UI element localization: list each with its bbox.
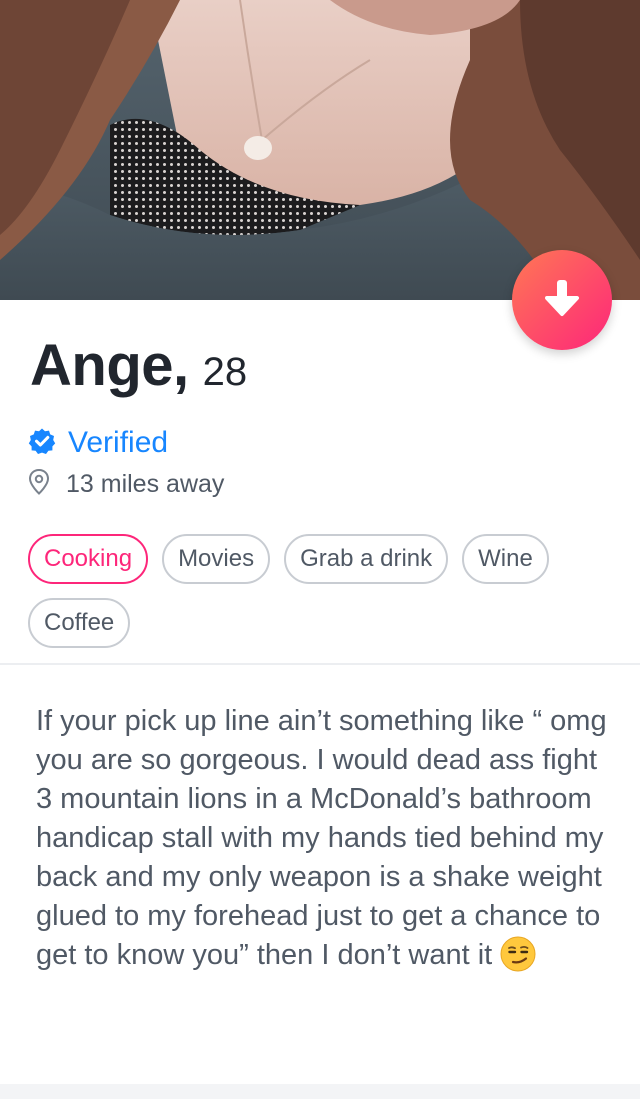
- verified-check-icon: [28, 427, 56, 460]
- collapse-profile-button[interactable]: [512, 250, 612, 350]
- interest-tag-wine[interactable]: Wine: [462, 534, 549, 584]
- profile-age: 28: [202, 350, 248, 394]
- interest-tag-grab-a-drink[interactable]: Grab a drink: [284, 534, 449, 584]
- interest-tag-coffee[interactable]: Coffee: [28, 598, 131, 648]
- arrow-down-icon: [544, 278, 580, 323]
- smirking-face-emoji: [500, 936, 536, 983]
- interest-tag-cooking[interactable]: Cooking: [28, 534, 149, 584]
- profile-bio: If your pick up line ain’t something lik…: [36, 702, 611, 983]
- section-divider: [0, 663, 640, 665]
- distance-label: 13 miles away: [66, 470, 225, 498]
- location-pin-icon: [28, 468, 50, 501]
- verified-badge[interactable]: Verified: [28, 426, 168, 460]
- verified-label: Verified: [68, 426, 169, 459]
- name-age-row: Ange, 28: [30, 332, 247, 399]
- interest-tags: Cooking Movies Grab a drink Wine Coffee: [28, 534, 588, 648]
- interest-tag-movies[interactable]: Movies: [162, 534, 271, 584]
- profile-card: Ange, 28 Verified 13 miles away Cooking …: [0, 0, 640, 1099]
- distance-row: 13 miles away: [28, 468, 224, 501]
- bio-text: If your pick up line ain’t something lik…: [36, 705, 607, 971]
- bottom-strip: [0, 1084, 640, 1099]
- profile-name: Ange,: [30, 333, 189, 398]
